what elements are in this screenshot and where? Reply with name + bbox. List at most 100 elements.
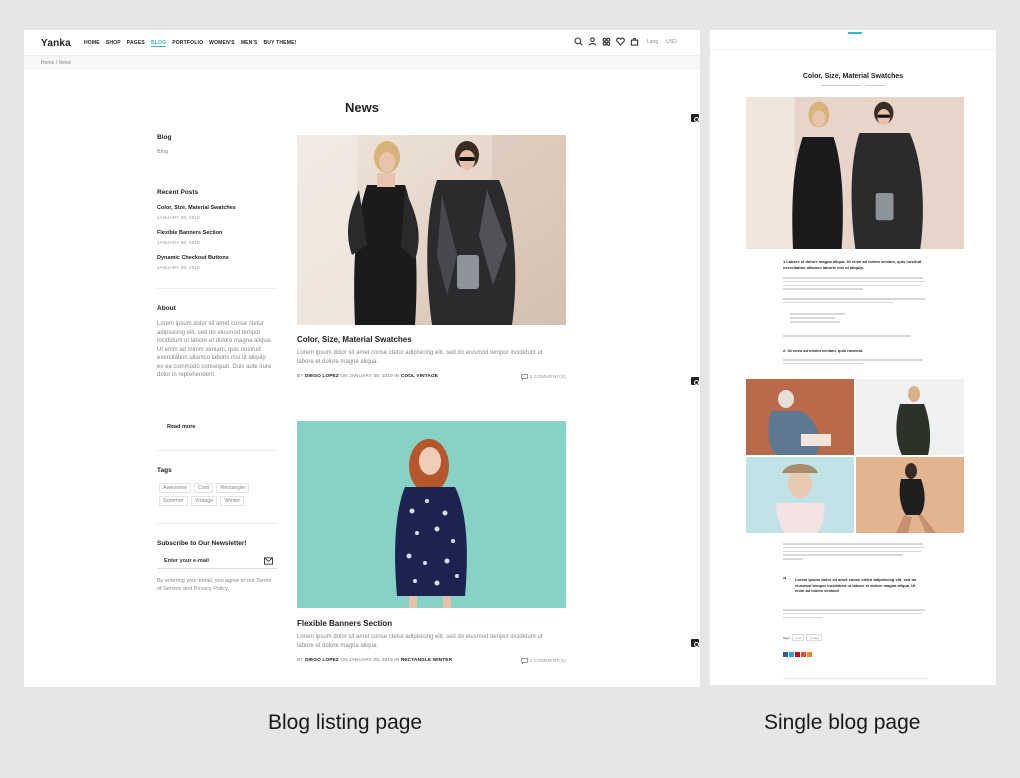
sidebar-blog-heading: Blog: [157, 134, 172, 141]
newsletter-note: By entering your email, you agree to our…: [157, 578, 272, 592]
newsletter-email-input[interactable]: Enter your e-mail: [157, 555, 277, 569]
tag-rectangle[interactable]: Rectangle: [216, 483, 250, 493]
nav-home[interactable]: HOME: [84, 40, 100, 47]
tag-vintage[interactable]: Vintage: [190, 496, 218, 506]
sidebar-about-heading: About: [157, 305, 176, 312]
post-image[interactable]: [297, 421, 566, 608]
single-topbar: [710, 30, 996, 50]
post-date: ON JANUARY 08, 2019: [340, 374, 393, 379]
comment-icon: [520, 374, 528, 380]
single-hero-image: [746, 97, 964, 249]
tag-cool[interactable]: Cool: [194, 483, 214, 493]
tag-winter[interactable]: Winter: [220, 496, 245, 506]
currency-selector[interactable]: USD: [666, 39, 677, 45]
post-comments-link[interactable]: 1 COMMENT(S): [520, 658, 566, 664]
post-meta-by: BY: [297, 374, 304, 379]
settings-icon[interactable]: [691, 114, 699, 122]
sidebar-tags-heading: Tags: [157, 467, 172, 474]
quote-text: Lorem ipsum dolor sit amet conse ctetur …: [795, 577, 917, 593]
body-text-lines: [783, 609, 928, 620]
language-selector[interactable]: Lang: [647, 39, 658, 45]
gallery-image[interactable]: [856, 379, 964, 455]
post-image[interactable]: [297, 135, 566, 325]
post-meta-by: BY: [297, 658, 304, 663]
sidebar-tag-cloud: Awesome Cool Rectangle Summer Vintage Wi…: [159, 483, 269, 506]
tag-summer[interactable]: Summer: [159, 496, 188, 506]
post-meta: BY DIEGO LOPEZ ON JANUARY 08, 2019 IN RE…: [297, 658, 566, 664]
single-post-meta: [710, 83, 996, 87]
post-categories[interactable]: RECTANGLE WINTER: [401, 658, 452, 663]
heart-icon[interactable]: [616, 37, 625, 46]
settings-icon[interactable]: [691, 377, 699, 385]
recent-post-title[interactable]: Color, Size, Material Swatches: [157, 205, 236, 211]
breadcrumb-text[interactable]: Home / News: [41, 60, 71, 66]
nav-mens[interactable]: MEN'S: [241, 40, 258, 47]
blog-listing-page: Yanka HOME SHOP PAGES BLOG PORTFOLIO WOM…: [24, 30, 700, 687]
recent-post-title[interactable]: Flexible Banners Section: [157, 230, 222, 236]
envelope-icon[interactable]: [264, 557, 273, 565]
single-tag[interactable]: Vintage: [806, 634, 823, 641]
nav-pages[interactable]: PAGES: [127, 40, 145, 47]
topbar-link-icon[interactable]: [710, 31, 996, 35]
post-date: ON JANUARY 08, 2019: [340, 658, 393, 663]
site-header: Yanka HOME SHOP PAGES BLOG PORTFOLIO WOM…: [24, 30, 700, 56]
single-tags-label: Tags:: [783, 635, 791, 640]
recent-post-date: JANUARY 08, 2019: [157, 215, 200, 220]
google-plus-icon[interactable]: [801, 652, 806, 657]
recent-post-date: JANUARY 08, 2019: [157, 265, 200, 270]
breadcrumb: Home / News: [24, 56, 700, 70]
main-nav: HOME SHOP PAGES BLOG PORTFOLIO WOMEN'S M…: [84, 40, 296, 47]
single-tag[interactable]: Cool: [792, 634, 805, 641]
post-comments-count: 1 COMMENT(S): [529, 658, 566, 664]
sidebar-divider: [157, 523, 277, 524]
single-lead-text: 1.Labore et dolore magna aliqua. Ut enim…: [783, 259, 922, 270]
sidebar-recent-heading: Recent Posts: [157, 189, 199, 196]
post-meta: BY DIEGO LOPEZ ON JANUARY 08, 2019 IN CO…: [297, 374, 566, 380]
nav-womens[interactable]: WOMEN'S: [209, 40, 235, 47]
search-icon[interactable]: [574, 37, 583, 46]
recent-post-date: JANUARY 08, 2019: [157, 240, 200, 245]
single-tags: Tags: Cool Vintage: [783, 634, 823, 641]
single-divider: [783, 678, 928, 679]
tag-awesome[interactable]: Awesome: [159, 483, 192, 493]
comment-icon: [520, 658, 528, 664]
compare-icon[interactable]: [602, 37, 611, 46]
post-author[interactable]: DIEGO LOPEZ: [305, 374, 339, 379]
sidebar-blog-link[interactable]: Blog: [157, 149, 168, 155]
share-buttons: [783, 652, 812, 657]
site-logo[interactable]: Yanka: [41, 38, 71, 49]
sidebar-divider: [157, 288, 277, 289]
settings-icon[interactable]: [691, 639, 699, 647]
post-comments-count: 2 COMMENT(S): [529, 374, 566, 380]
gallery-image[interactable]: [856, 457, 964, 533]
cart-icon[interactable]: [630, 37, 639, 46]
post-categories[interactable]: COOL VINTAGE: [401, 374, 438, 379]
post-excerpt: Lorem ipsum dolor sit amet conse ctetur …: [297, 350, 543, 365]
nav-buy-theme[interactable]: BUY THEME!: [263, 40, 296, 47]
post-author[interactable]: DIEGO LOPEZ: [305, 658, 339, 663]
read-more-link[interactable]: Read more: [167, 424, 195, 430]
caption-listing: Blog listing page: [268, 711, 423, 734]
post-comments-link[interactable]: 2 COMMENT(S): [520, 374, 566, 380]
sidebar-about-text: Lorem ipsum dolor sit amet conse ctetur …: [157, 321, 272, 378]
single-image-gallery: [746, 379, 964, 533]
twitter-icon[interactable]: [789, 652, 794, 657]
gallery-image[interactable]: [746, 457, 854, 533]
post-title[interactable]: Color, Size, Material Swatches: [297, 335, 412, 344]
header-actions: Lang USD: [574, 37, 677, 46]
body-bullet-list: [790, 313, 850, 325]
single-blog-page: Color, Size, Material Swatches 1.Labore …: [710, 30, 996, 685]
nav-shop[interactable]: SHOP: [106, 40, 121, 47]
nav-portfolio[interactable]: PORTFOLIO: [172, 40, 203, 47]
single-subheading: 2. Ut enim ad minim veniam, quis nostrud…: [783, 348, 864, 353]
user-icon[interactable]: [588, 37, 597, 46]
recent-post-title[interactable]: Dynamic Checkout Buttons: [157, 255, 229, 261]
facebook-icon[interactable]: [783, 652, 788, 657]
nav-blog[interactable]: BLOG: [150, 40, 167, 47]
pinterest-icon[interactable]: [795, 652, 800, 657]
post-title[interactable]: Flexible Banners Section: [297, 619, 392, 628]
newsletter-heading: Subscribe to Our Newsletter!: [157, 540, 247, 547]
share-icon[interactable]: [807, 652, 812, 657]
single-post-title: Color, Size, Material Swatches: [802, 73, 904, 80]
gallery-image[interactable]: [746, 379, 854, 455]
